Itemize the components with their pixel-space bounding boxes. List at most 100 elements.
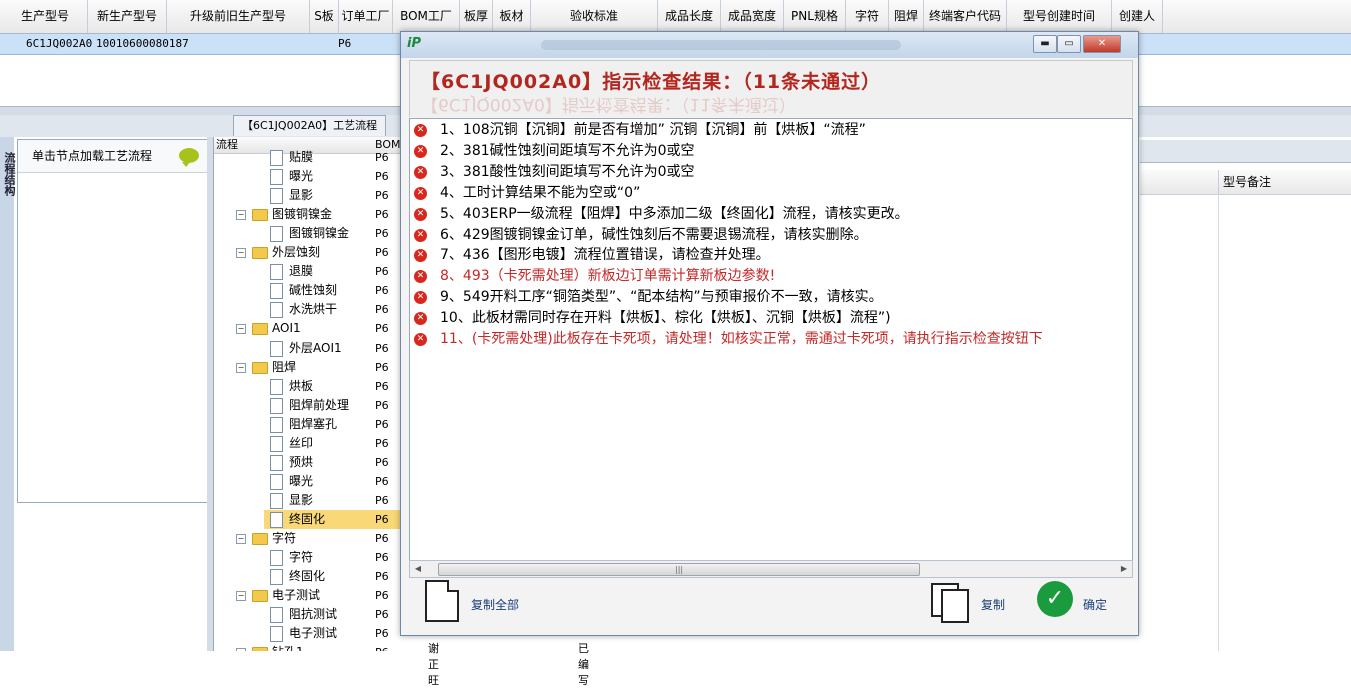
left-collapsed-strip[interactable] bbox=[0, 137, 14, 651]
collapse-icon[interactable]: − bbox=[236, 363, 246, 373]
tree-node[interactable]: − 字符 P6 bbox=[214, 529, 401, 548]
error-icon: ✕ bbox=[414, 124, 427, 137]
collapse-icon[interactable]: − bbox=[236, 324, 246, 334]
folder-icon bbox=[252, 247, 268, 259]
grid-column-header[interactable]: PNL规格 bbox=[784, 0, 846, 33]
collapse-icon[interactable]: − bbox=[236, 534, 246, 544]
result-item[interactable]: ✕ 7、436【图形电镀】流程位置错误，请检查并处理。 bbox=[410, 245, 1132, 266]
grid-column-header[interactable]: 创建人 bbox=[1112, 0, 1163, 33]
grid-column-header[interactable]: 验收标准 bbox=[531, 0, 658, 33]
grid-column-header[interactable]: 成品长度 bbox=[658, 0, 721, 33]
tree-node[interactable]: 曝光 P6 bbox=[214, 167, 401, 186]
collapse-icon[interactable]: − bbox=[236, 248, 246, 258]
scroll-right-icon[interactable]: ▶ bbox=[1116, 561, 1132, 577]
tree-node-bom: P6 bbox=[375, 627, 389, 640]
tree-node[interactable]: 曝光 P6 bbox=[214, 472, 401, 491]
cell-new-model[interactable]: 10010600080187 bbox=[96, 34, 189, 54]
scroll-left-icon[interactable]: ◀ bbox=[410, 561, 426, 577]
minimize-button[interactable]: ▬ bbox=[1033, 35, 1057, 53]
tree-node[interactable]: 阻抗测试 P6 bbox=[214, 605, 401, 624]
grid-column-header[interactable]: 型号创建时间 bbox=[1007, 0, 1112, 33]
tree-node-bom: P6 bbox=[375, 361, 389, 374]
tree-node[interactable]: 碱性蚀刻 P6 bbox=[214, 281, 401, 300]
result-item[interactable]: ✕ 3、381酸性蚀刻间距填写不允许为0或空 bbox=[410, 162, 1132, 183]
copy-all-button[interactable]: 复制全部 bbox=[423, 580, 553, 622]
result-item-text: 2、381碱性蚀刻间距填写不允许为0或空 bbox=[440, 143, 695, 159]
result-item[interactable]: ✕ 4、工时计算结果不能为空或“0” bbox=[410, 183, 1132, 204]
grid-column-header[interactable]: 升级前旧生产型号 bbox=[167, 0, 310, 33]
grid-column-header[interactable]: 板材 bbox=[493, 0, 531, 33]
grid-column-header[interactable]: 成品宽度 bbox=[721, 0, 784, 33]
cell-s-board[interactable]: P6 bbox=[338, 34, 351, 54]
tree-node[interactable]: − AOI1 P6 bbox=[214, 319, 401, 338]
tree-node-label: 终固化 bbox=[289, 569, 326, 583]
right-toolbar bbox=[1140, 140, 1351, 163]
result-item[interactable]: ✕ 8、493（卡死需处理）新板边订单需计算新板边参数! bbox=[410, 266, 1132, 287]
tree-node[interactable]: − 外层蚀刻 P6 bbox=[214, 243, 401, 262]
tree-node[interactable]: − 图镀铜镍金 P6 bbox=[214, 205, 401, 224]
document-icon bbox=[270, 436, 283, 452]
tree-node[interactable]: − 电子测试 P6 bbox=[214, 586, 401, 605]
tree-node[interactable]: 水洗烘干 P6 bbox=[214, 300, 401, 319]
result-item[interactable]: ✕ 6、429图镀铜镍金订单，碱性蚀刻后不需要退锡流程，请核实删除。 bbox=[410, 225, 1132, 246]
tree-node-bom: P6 bbox=[375, 643, 389, 651]
grid-column-header[interactable]: 终端客户代码 bbox=[924, 0, 1007, 33]
result-item[interactable]: ✕ 9、549开料工序“铜箔类型”、“配本结构”与预审报价不一致，请核实。 bbox=[410, 287, 1132, 308]
folder-icon bbox=[252, 647, 268, 651]
result-heading-reflection: 【6C1JQ002A0】指示检查结果：（11条未通过） bbox=[421, 94, 796, 114]
tree-node[interactable]: 丝印 P6 bbox=[214, 434, 401, 453]
tree-node-bom: P6 bbox=[375, 494, 389, 507]
grid-column-header[interactable]: BOM工厂 bbox=[393, 0, 460, 33]
cell-model[interactable]: 6C1JQ002A0 bbox=[26, 34, 92, 54]
ok-button[interactable]: ✓ 确定 bbox=[1035, 580, 1125, 622]
folder-icon bbox=[252, 362, 268, 374]
result-item[interactable]: ✕ 1、108沉铜【沉铜】前是否有增加” 沉铜【沉铜】前【烘板】“流程” bbox=[410, 120, 1132, 141]
tree-node[interactable]: 电子测试 P6 bbox=[214, 624, 401, 643]
tree-node[interactable]: 阻焊塞孔 P6 bbox=[214, 415, 401, 434]
error-icon: ✕ bbox=[414, 145, 427, 158]
grid-column-header[interactable]: 板厚 bbox=[460, 0, 493, 33]
tree-node[interactable]: 终固化 P6 bbox=[214, 567, 401, 586]
tab-process-flow[interactable]: 【6C1JQ002A0】工艺流程 bbox=[233, 115, 387, 136]
tree-node[interactable]: 字符 P6 bbox=[214, 548, 401, 567]
result-item[interactable]: ✕ 5、403ERP一级流程【阻焊】中多添加二级【终固化】流程，请核实更改。 bbox=[410, 204, 1132, 225]
tree-node[interactable]: − 阻焊 P6 bbox=[214, 358, 401, 377]
collapse-icon[interactable]: − bbox=[236, 210, 246, 220]
result-item-text: 9、549开料工序“铜箔类型”、“配本结构”与预审报价不一致，请核实。 bbox=[440, 289, 883, 305]
document-icon bbox=[425, 580, 459, 622]
dialog-titlebar[interactable]: iP ▬ ▭ ✕ bbox=[401, 32, 1138, 58]
tree-node[interactable]: 终固化 P6 bbox=[264, 510, 401, 529]
result-item[interactable]: ✕ 2、381碱性蚀刻间距填写不允许为0或空 bbox=[410, 141, 1132, 162]
collapse-icon[interactable]: − bbox=[236, 591, 246, 601]
close-button[interactable]: ✕ bbox=[1083, 35, 1121, 53]
scroll-thumb[interactable]: ||| bbox=[438, 563, 920, 576]
document-icon bbox=[270, 379, 283, 395]
tree-node[interactable]: 显影 P6 bbox=[214, 491, 401, 510]
grid-column-header[interactable]: 阻焊 bbox=[889, 0, 924, 33]
tree-node-label: 外层AOI1 bbox=[289, 341, 342, 355]
grid-column-header[interactable]: 生产型号 bbox=[3, 0, 88, 33]
grid-column-header[interactable]: 新生产型号 bbox=[88, 0, 167, 33]
tree-node[interactable]: 退膜 P6 bbox=[214, 262, 401, 281]
tree-node[interactable]: −钻孔1P6 bbox=[214, 643, 401, 651]
tree-node[interactable]: 烘板 P6 bbox=[214, 377, 401, 396]
tree-node[interactable]: 贴膜 P6 bbox=[214, 148, 401, 167]
tree-node[interactable]: 阻焊前处理 P6 bbox=[214, 396, 401, 415]
grid-column-header[interactable]: 订单工厂 bbox=[339, 0, 393, 33]
tree-node[interactable]: 预烘 P6 bbox=[214, 453, 401, 472]
copy-button[interactable]: 复制 bbox=[929, 580, 1019, 623]
copy-icon bbox=[941, 589, 969, 623]
grid-column-header[interactable]: S板 bbox=[310, 0, 339, 33]
horizontal-scrollbar[interactable]: ◀ ||| ▶ bbox=[409, 560, 1133, 578]
maximize-button[interactable]: ▭ bbox=[1057, 35, 1081, 53]
result-item[interactable]: ✕ 10、此板材需同时存在开料【烘板】、棕化【烘板】、沉铜【烘板】流程”) bbox=[410, 308, 1132, 329]
tree-node[interactable]: 外层AOI1 P6 bbox=[214, 339, 401, 358]
tree-node[interactable]: 图镀铜镍金 P6 bbox=[214, 224, 401, 243]
result-list[interactable]: ✕ 1、108沉铜【沉铜】前是否有增加” 沉铜【沉铜】前【烘板】“流程” ✕ 2、38… bbox=[409, 118, 1133, 564]
document-icon bbox=[270, 264, 283, 280]
result-item-text: 4、工时计算结果不能为空或“0” bbox=[440, 185, 641, 201]
tree-node[interactable]: 显影 P6 bbox=[214, 186, 401, 205]
result-item[interactable]: ✕ 11、(卡死需处理)此板存在卡死项，请处理！如核实正常，需通过卡死项，请执行指… bbox=[410, 329, 1132, 350]
grid-column-header[interactable]: 字符 bbox=[846, 0, 889, 33]
ok-label: 确定 bbox=[1083, 598, 1108, 612]
